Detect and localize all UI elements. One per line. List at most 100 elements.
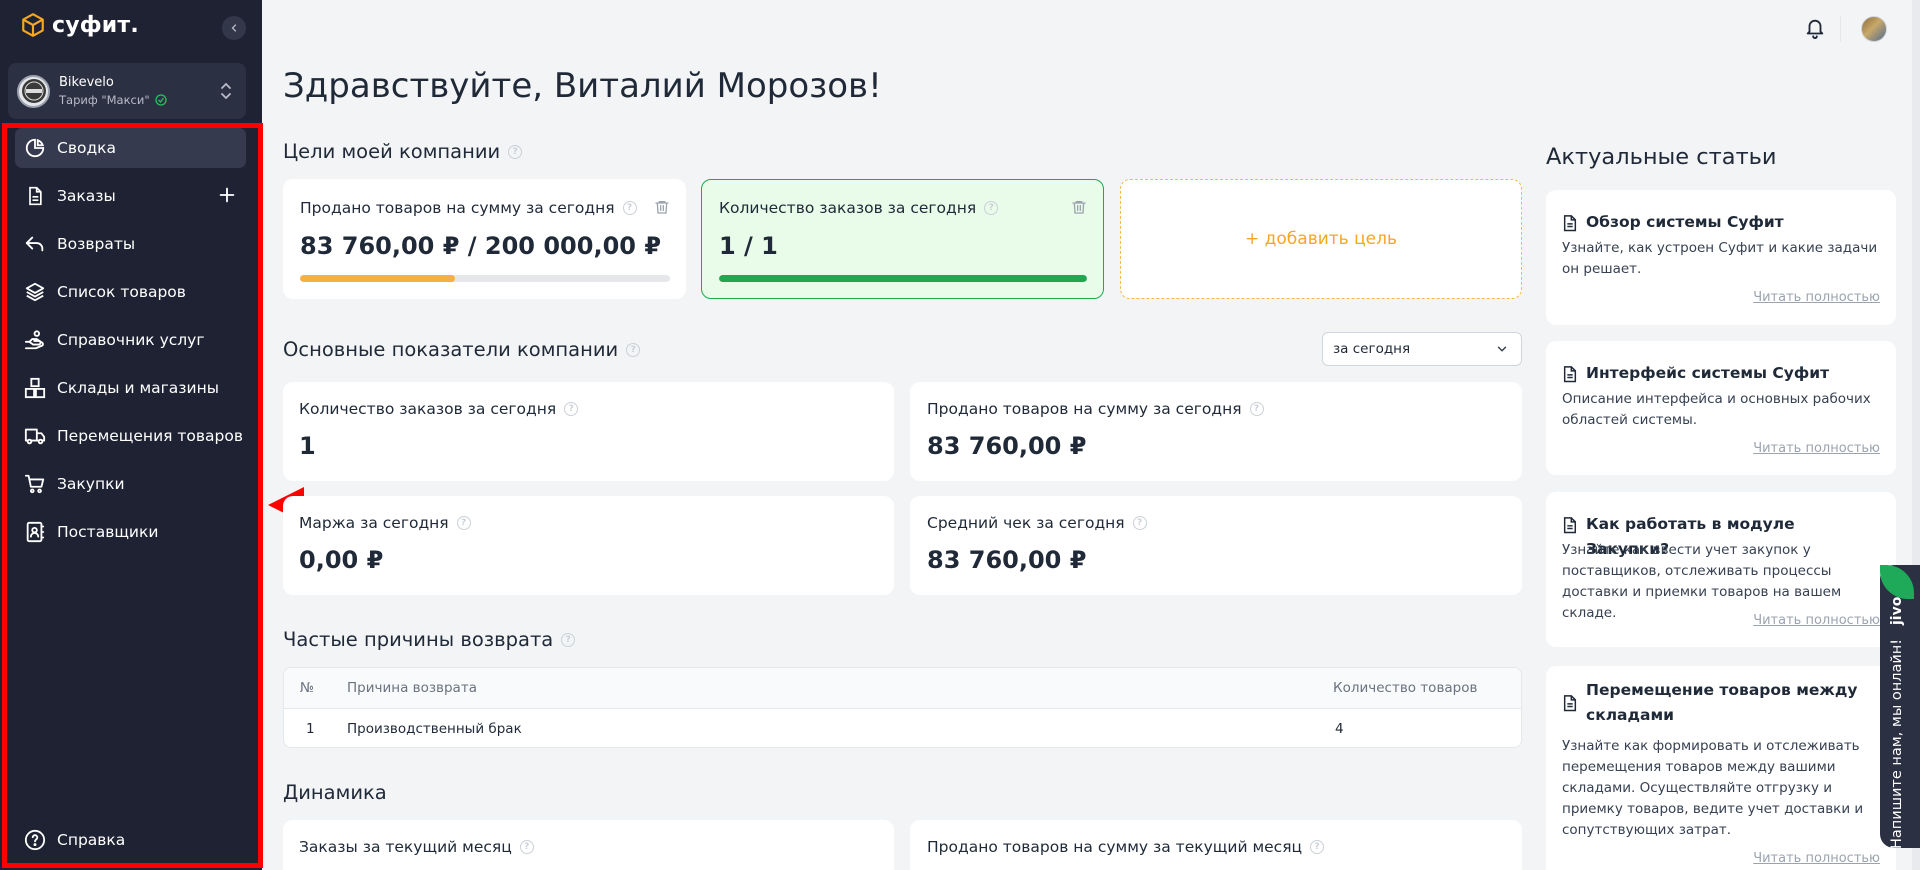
read-more-link[interactable]: Читать полностью [1753, 441, 1880, 456]
help-tooltip-icon[interactable]: ? [508, 144, 523, 159]
article-title-text: Перемещение товаров между складами [1586, 681, 1858, 724]
company-plan: Тариф "Макси" [59, 93, 167, 107]
app-logo[interactable]: суфит. [20, 12, 139, 38]
metric-card-value: 0,00 ₽ [299, 546, 384, 574]
document-icon [1563, 517, 1577, 534]
sidebar-item-summary[interactable]: Сводка [15, 128, 246, 168]
article-title-text: Обзор системы Суфит [1586, 213, 1784, 231]
company-avatar [17, 74, 50, 108]
sidebar-item-label: Справка [57, 831, 126, 849]
read-more-link[interactable]: Читать полностью [1753, 290, 1880, 305]
metric-card-label: Количество заказов за сегодня ? [299, 400, 579, 418]
period-select[interactable]: за сегодня [1322, 332, 1522, 366]
returns-title-text: Частые причины возврата [283, 628, 554, 651]
dynamics-card-orders: Заказы за текущий месяц ? [283, 820, 894, 870]
sidebar-item-orders[interactable]: Заказы [15, 176, 246, 216]
hand-service-icon [23, 328, 47, 352]
article-card[interactable]: Обзор системы Суфит Узнайте, как устроен… [1546, 190, 1896, 325]
notifications-bell-icon[interactable] [1804, 16, 1826, 40]
collapse-sidebar-button[interactable] [222, 16, 246, 40]
metric-card-label: Продано товаров на сумму за сегодня ? [927, 400, 1264, 418]
metric-card-orders-count: Количество заказов за сегодня ? 1 [283, 382, 894, 481]
help-circle-icon [23, 828, 47, 852]
add-order-icon[interactable] [216, 184, 238, 206]
sidebar: суфит. Bikevelo Тариф "Макси" Сводка Зак… [0, 0, 262, 870]
metric-card-label: Средний чек за сегодня ? [927, 514, 1147, 532]
chat-widget-button[interactable]: Напишите нам, мы онлайн! jivo [1880, 565, 1920, 849]
undo-icon [23, 232, 47, 256]
article-card[interactable]: Как работать в модуле Закупки? Узнайте к… [1546, 492, 1896, 647]
delete-goal-icon[interactable] [1071, 199, 1087, 215]
articles-section-title: Актуальные статьи [1546, 144, 1777, 170]
goal-card-value: 83 760,00 ₽ / 200 000,00 ₽ [300, 232, 662, 260]
help-tooltip-icon[interactable]: ? [984, 201, 999, 215]
company-switcher[interactable]: Bikevelo Тариф "Макси" [8, 63, 246, 119]
metric-card-value: 83 760,00 ₽ [927, 432, 1087, 460]
goals-title-text: Цели моей компании [283, 140, 501, 163]
chat-widget-text: Напишите нам, мы онлайн! jivo [1889, 597, 1905, 849]
sidebar-item-services[interactable]: Справочник услуг [15, 320, 246, 360]
sidebar-item-label: Заказы [57, 187, 116, 205]
help-tooltip-icon[interactable]: ? [1310, 840, 1325, 854]
chat-widget-label: Напишите нам, мы онлайн! [1889, 639, 1905, 850]
help-tooltip-icon[interactable]: ? [1249, 402, 1264, 416]
sidebar-item-label: Возвраты [57, 235, 136, 253]
help-tooltip-icon[interactable]: ? [456, 516, 471, 530]
sidebar-item-label: Перемещения товаров [57, 427, 243, 445]
sidebar-item-help[interactable]: Справка [15, 820, 246, 860]
metric-label-text: Средний чек за сегодня [927, 514, 1125, 532]
truck-icon [23, 424, 47, 448]
goal-progress-track [300, 275, 670, 282]
help-tooltip-icon[interactable]: ? [564, 402, 579, 416]
company-name: Bikevelo [59, 75, 114, 90]
sidebar-item-transfers[interactable]: Перемещения товаров [15, 416, 246, 456]
table-row[interactable]: 1 Производственный брак 4 [284, 709, 1521, 747]
sidebar-item-suppliers[interactable]: Поставщики [15, 512, 246, 552]
read-more-link[interactable]: Читать полностью [1753, 851, 1880, 866]
add-goal-button[interactable]: + добавить цель [1120, 179, 1522, 299]
document-icon [1563, 695, 1577, 712]
article-card[interactable]: Перемещение товаров между складами Узнай… [1546, 666, 1896, 870]
article-description: Узнайте как ввести учет закупок у постав… [1562, 542, 1842, 621]
contact-book-icon [23, 520, 47, 544]
layers-icon [23, 280, 47, 304]
sidebar-item-label: Справочник услуг [57, 331, 205, 349]
pie-chart-icon [23, 136, 47, 160]
cart-icon [23, 472, 47, 496]
chevron-left-icon [231, 24, 237, 32]
goal-card-label: Продано товаров на сумму за сегодня ? [300, 199, 637, 217]
chat-widget-brand: jivo [1889, 596, 1905, 626]
period-select-value: за сегодня [1333, 341, 1411, 357]
goal-card-orders: Количество заказов за сегодня ? 1 / 1 [701, 179, 1104, 299]
sidebar-item-returns[interactable]: Возвраты [15, 224, 246, 264]
goals-section-title: Цели моей компании ? [283, 140, 523, 163]
sidebar-item-label: Список товаров [57, 283, 186, 301]
sidebar-nav: Сводка Заказы Возвраты Список товаров Сп… [15, 128, 246, 560]
help-tooltip-icon[interactable]: ? [519, 840, 534, 854]
article-description: Описание интерфейса и основных рабочих о… [1562, 391, 1871, 428]
dynamics-card-sales: Продано товаров на сумму за текущий меся… [910, 820, 1522, 870]
help-tooltip-icon[interactable]: ? [1132, 516, 1147, 530]
document-icon [1563, 215, 1577, 232]
dynamics-label-text: Заказы за текущий месяц [299, 838, 512, 856]
read-more-link[interactable]: Читать полностью [1753, 613, 1880, 628]
dynamics-title-text: Динамика [283, 781, 387, 804]
metric-card-value: 1 [299, 432, 316, 460]
help-tooltip-icon[interactable]: ? [622, 201, 637, 215]
chevron-down-icon [1497, 346, 1507, 352]
metric-card-label: Маржа за сегодня ? [299, 514, 471, 532]
sidebar-item-purchases[interactable]: Закупки [15, 464, 246, 504]
dynamics-card-label: Продано товаров на сумму за текущий меся… [927, 838, 1325, 856]
document-icon [1563, 366, 1577, 383]
help-tooltip-icon[interactable]: ? [626, 342, 641, 357]
help-tooltip-icon[interactable]: ? [561, 632, 576, 647]
article-card[interactable]: Интерфейс системы Суфит Описание интерфе… [1546, 341, 1896, 475]
sidebar-item-warehouses[interactable]: Склады и магазины [15, 368, 246, 408]
metric-card-sales-sum: Продано товаров на сумму за сегодня ? 83… [910, 382, 1522, 481]
user-avatar[interactable] [1861, 16, 1887, 42]
document-icon [23, 184, 47, 208]
goal-progress-track [719, 275, 1087, 282]
sidebar-item-products[interactable]: Список товаров [15, 272, 246, 312]
delete-goal-icon[interactable] [654, 199, 670, 215]
goal-progress-fill [300, 275, 456, 282]
